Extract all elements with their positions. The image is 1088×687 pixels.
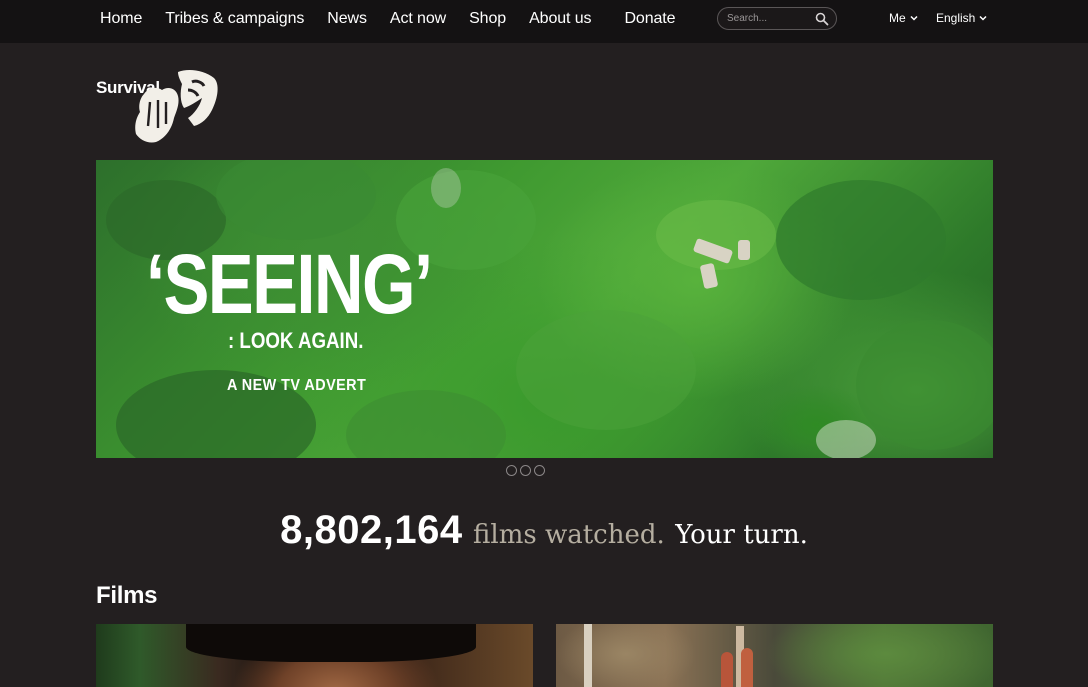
carousel-dot[interactable] bbox=[534, 465, 545, 476]
language-menu-label: English bbox=[936, 11, 976, 25]
film-thumbnail-image bbox=[721, 652, 733, 687]
films-watched-number: 8,802,164 bbox=[280, 508, 463, 552]
carousel-dot[interactable] bbox=[506, 465, 517, 476]
search-box bbox=[717, 7, 837, 30]
film-thumbnail-image bbox=[741, 648, 753, 687]
nav-tribes-campaigns[interactable]: Tribes & campaigns bbox=[165, 10, 304, 28]
carousel-pagination bbox=[506, 465, 548, 476]
films-watched-label: films watched. bbox=[473, 520, 665, 550]
me-menu-label: Me bbox=[889, 11, 906, 25]
film-thumbnail-image bbox=[186, 624, 476, 662]
chevron-down-icon bbox=[979, 15, 987, 21]
films-watched-counter: 8,802,164 films watched. Your turn. bbox=[0, 508, 1088, 553]
film-thumbnail-image bbox=[584, 624, 592, 687]
film-thumbnail[interactable] bbox=[96, 624, 533, 687]
main-nav: Home Tribes & campaigns News Act now Sho… bbox=[100, 0, 698, 38]
films-heading: Films bbox=[96, 582, 158, 609]
chevron-down-icon bbox=[910, 15, 918, 21]
nav-home[interactable]: Home bbox=[100, 10, 142, 28]
survival-logo[interactable]: Survival bbox=[96, 68, 222, 144]
me-menu[interactable]: Me bbox=[889, 11, 918, 25]
hero-title: ‘SEEING’ bbox=[146, 237, 433, 331]
film-thumbnail[interactable] bbox=[556, 624, 993, 687]
hut-image bbox=[738, 240, 750, 260]
hands-logo-icon bbox=[135, 70, 218, 143]
hero-banner[interactable]: ‘SEEING’ : LOOK AGAIN. A NEW TV ADVERT bbox=[96, 160, 993, 458]
top-navigation-bar: Home Tribes & campaigns News Act now Sho… bbox=[0, 0, 1088, 43]
nav-shop[interactable]: Shop bbox=[469, 10, 506, 28]
carousel-dot[interactable] bbox=[520, 465, 531, 476]
your-turn-text: Your turn. bbox=[675, 520, 808, 550]
nav-act-now[interactable]: Act now bbox=[390, 10, 446, 28]
nav-news[interactable]: News bbox=[327, 10, 367, 28]
nav-about-us[interactable]: About us bbox=[529, 10, 591, 28]
hero-subtitle: : LOOK AGAIN. bbox=[228, 328, 364, 353]
search-icon[interactable] bbox=[815, 12, 829, 26]
hero-tagline: A NEW TV ADVERT bbox=[227, 377, 367, 394]
nav-donate[interactable]: Donate bbox=[624, 10, 675, 28]
search-input[interactable] bbox=[727, 11, 815, 26]
language-menu[interactable]: English bbox=[936, 11, 987, 25]
